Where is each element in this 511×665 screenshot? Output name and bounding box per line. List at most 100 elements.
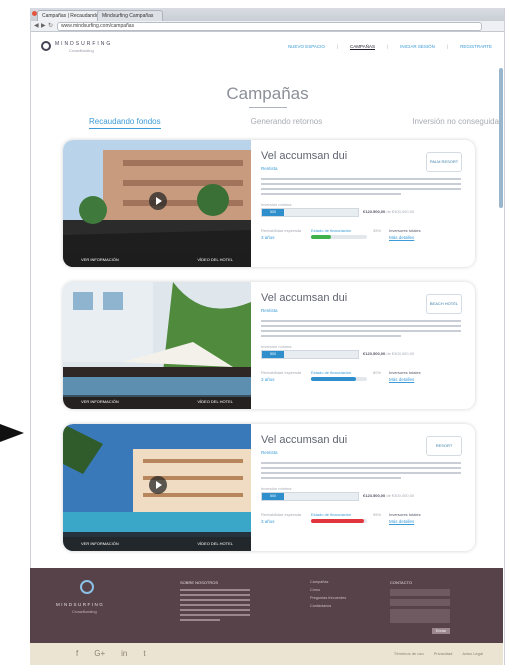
hotel-video-link[interactable]: VÍDEO DEL HOTEL (197, 253, 233, 267)
stat-value: 3 años (261, 519, 275, 524)
amount-goal: de €300.000,00 (386, 493, 415, 498)
stat-value: 3 años (261, 235, 275, 240)
logo-icon[interactable] (41, 41, 51, 51)
website: MINDSURFING Crowdfunding NUEVO ESPACIO |… (31, 32, 504, 551)
tab-no-conseguida[interactable]: Inversión no conseguida (412, 117, 499, 129)
play-video-icon[interactable] (149, 476, 167, 494)
amount-value: €123.500,00 (363, 493, 386, 498)
funding-progress-fill (311, 377, 356, 381)
campaign-card[interactable]: VER INFORMACIÓN VÍDEO DEL HOTEL Vel accu… (63, 424, 475, 551)
photo-caption: VER INFORMACIÓN VÍDEO DEL HOTEL (63, 395, 251, 409)
campaign-type: Rentista (261, 450, 278, 455)
stat-value: 3 años (261, 377, 275, 382)
brand-logo: BEACH HOTEL (426, 294, 462, 314)
forward-icon[interactable]: ▶ (41, 22, 46, 30)
funding-progress-bar (311, 377, 367, 381)
title-divider (249, 107, 287, 108)
menu-iniciar-sesion[interactable]: INICIAR SESIÓN (400, 44, 435, 50)
details-link[interactable]: Más detalles (389, 377, 414, 382)
campaign-card[interactable]: VER INFORMACIÓN VÍDEO DEL HOTEL Vel accu… (63, 282, 475, 409)
funding-progress-fill (311, 519, 365, 523)
reload-icon[interactable]: ↻ (48, 22, 53, 30)
details-link[interactable]: Más detalles (389, 235, 414, 240)
view-info-link[interactable]: VER INFORMACIÓN (81, 395, 119, 409)
footer-link[interactable]: Contáctanos (310, 604, 346, 608)
min-investment-label: Inversión mínima (261, 202, 292, 207)
twitter-icon[interactable]: t (143, 649, 145, 658)
campaign-type: Rentista (261, 166, 278, 171)
amount-raised: €123.500,00 de €300.000,00 (363, 208, 414, 215)
play-video-icon[interactable] (149, 192, 167, 210)
logo-subtitle: Crowdfunding (69, 48, 94, 53)
min-investment-value: 500 (262, 209, 284, 216)
brand-logo: PALM RESORT (426, 152, 462, 172)
brand-logo: RESORT (426, 436, 462, 456)
footer-contact: CONTACTO (390, 580, 450, 626)
google-plus-icon[interactable]: G+ (94, 649, 105, 658)
campaign-type: Rentista (261, 308, 278, 313)
legal-link[interactable]: Términos de uso (394, 651, 424, 656)
campaign-description (261, 178, 461, 198)
hotel-image (63, 282, 251, 409)
linkedin-icon[interactable]: in (121, 649, 127, 658)
investment-input[interactable]: 500 (261, 492, 359, 501)
legal-link[interactable]: Privacidad (434, 651, 453, 656)
campaign-card[interactable]: VER INFORMACIÓN VÍDEO DEL HOTEL Vel accu… (63, 140, 475, 267)
campaign-info: Vel accumsan dui Rentista RESORT Inversi… (261, 434, 466, 544)
footer-about-heading: SOBRE NOSOTROS (180, 580, 219, 585)
social-links: f G+ in t (76, 649, 146, 658)
menu-separator: | (386, 44, 389, 49)
contact-name-input[interactable] (390, 589, 450, 596)
funding-progress-bar (311, 235, 367, 239)
footer-link[interactable]: Cómo (310, 588, 346, 592)
funding-label: Estado de financiación (311, 512, 352, 517)
footer-link[interactable]: Preguntas frecuentes (310, 596, 346, 600)
campaign-name[interactable]: Vel accumsan dui (261, 434, 347, 446)
contact-message-input[interactable] (390, 609, 450, 623)
view-info-link[interactable]: VER INFORMACIÓN (81, 253, 119, 267)
campaign-info: Vel accumsan dui Rentista BEACH HOTEL In… (261, 292, 466, 402)
investment-input[interactable]: 500 (261, 208, 359, 217)
funding-percent: 80% (373, 370, 382, 375)
min-investment-value: 500 (262, 351, 284, 358)
send-button[interactable]: Enviar (432, 628, 450, 634)
tab-generando[interactable]: Generando retornos (251, 117, 323, 129)
min-investment-value: 500 (262, 493, 284, 500)
menu-registrarte[interactable]: REGISTRARTE (460, 44, 492, 50)
investors-label: Inversores totales (389, 370, 421, 375)
legal-links: Términos de uso Privacidad Aviso Legal (394, 651, 483, 656)
min-investment-label: Inversión mínima (261, 486, 292, 491)
funding-label: Estado de financiación (311, 370, 352, 375)
footer-about: SOBRE NOSOTROS (180, 580, 250, 624)
footer-contact-heading: CONTACTO (390, 580, 413, 585)
back-icon[interactable]: ◀ (34, 22, 39, 30)
url-input[interactable]: www.mindsurfing.com/campañas (57, 22, 482, 31)
campaign-description (261, 320, 461, 340)
footer-about-text (180, 589, 250, 621)
facebook-icon[interactable]: f (76, 649, 78, 658)
contact-email-input[interactable] (390, 599, 450, 606)
campaign-name[interactable]: Vel accumsan dui (261, 292, 347, 304)
funding-label: Estado de financiación (311, 228, 352, 233)
hotel-video-link[interactable]: VÍDEO DEL HOTEL (197, 395, 233, 409)
tab-recaudando[interactable]: Recaudando fondos (89, 117, 161, 129)
view-info-link[interactable]: VER INFORMACIÓN (81, 537, 119, 551)
site-header: MINDSURFING Crowdfunding NUEVO ESPACIO |… (31, 32, 504, 60)
footer-logo-icon[interactable] (80, 580, 94, 594)
menu-separator: | (336, 44, 339, 49)
hotel-photo[interactable]: VER INFORMACIÓN VÍDEO DEL HOTEL (63, 282, 251, 409)
footer-link[interactable]: Campañas (310, 580, 346, 584)
funding-percent: 35% (373, 228, 382, 233)
legal-link[interactable]: Aviso Legal (462, 651, 483, 656)
hotel-video-link[interactable]: VÍDEO DEL HOTEL (197, 537, 233, 551)
menu-nuevo-espacio[interactable]: NUEVO ESPACIO (288, 44, 325, 50)
campaign-name[interactable]: Vel accumsan dui (261, 150, 347, 162)
details-link[interactable]: Más detalles (389, 519, 414, 524)
hotel-photo[interactable]: VER INFORMACIÓN VÍDEO DEL HOTEL (63, 424, 251, 551)
investment-input[interactable]: 500 (261, 350, 359, 359)
amount-goal: de €300.000,00 (386, 209, 415, 214)
menu-campanas[interactable]: CAMPAÑAS (350, 44, 375, 50)
hotel-photo[interactable]: VER INFORMACIÓN VÍDEO DEL HOTEL (63, 140, 251, 267)
logo-text[interactable]: MINDSURFING (55, 41, 112, 47)
investors-label: Inversores totales (389, 512, 421, 517)
